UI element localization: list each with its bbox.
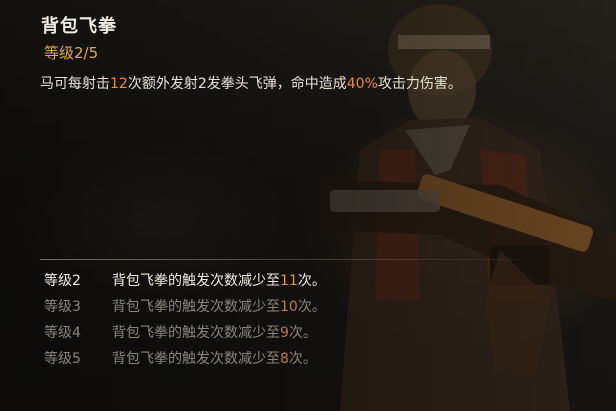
upgrade-suffix: 次。 [297, 299, 326, 315]
skill-level-label: 等级2/5 [44, 44, 99, 62]
upgrade-row-level-3: 等级3 背包飞拳的触发次数减少至10次。 [44, 296, 326, 318]
upgrade-level: 等级4 [44, 325, 81, 341]
upgrade-text: 背包飞拳的触发次数减少至 [112, 351, 280, 367]
upgrade-row-level-2: 等级2 背包飞拳的触发次数减少至11次。 [44, 270, 326, 292]
skill-title: 背包飞拳 [41, 16, 117, 37]
description-text: 马可每射击 [40, 76, 110, 92]
upgrade-value: 9 [280, 325, 289, 341]
upgrade-suffix: 次。 [288, 351, 317, 367]
upgrade-value: 11 [280, 273, 298, 289]
description-text: 攻击力伤害。 [377, 76, 462, 92]
upgrade-suffix: 次。 [288, 325, 317, 341]
upgrade-level: 等级5 [44, 351, 81, 367]
skill-panel: 背包飞拳 等级2/5 马可每射击12次额外发射2发拳头飞弹，命中造成40%攻击力… [0, 0, 616, 411]
description-text: 次额外发射2发拳头飞弹，命中造成 [127, 76, 347, 92]
description-highlight-count: 12 [110, 76, 128, 92]
description-highlight-percent: 40% [346, 76, 378, 92]
upgrade-suffix: 次。 [297, 273, 326, 289]
skill-description: 马可每射击12次额外发射2发拳头飞弹，命中造成40%攻击力伤害。 [40, 74, 600, 94]
upgrade-level: 等级3 [44, 299, 81, 315]
upgrade-text: 背包飞拳的触发次数减少至 [112, 325, 280, 341]
upgrade-value: 8 [280, 351, 289, 367]
upgrade-text: 背包飞拳的触发次数减少至 [112, 273, 280, 289]
divider [40, 259, 520, 260]
upgrade-row-level-4: 等级4 背包飞拳的触发次数减少至9次。 [44, 322, 317, 344]
upgrade-text: 背包飞拳的触发次数减少至 [112, 299, 280, 315]
upgrade-value: 10 [280, 299, 298, 315]
upgrade-row-level-5: 等级5 背包飞拳的触发次数减少至8次。 [44, 348, 317, 370]
upgrade-level: 等级2 [44, 273, 81, 289]
